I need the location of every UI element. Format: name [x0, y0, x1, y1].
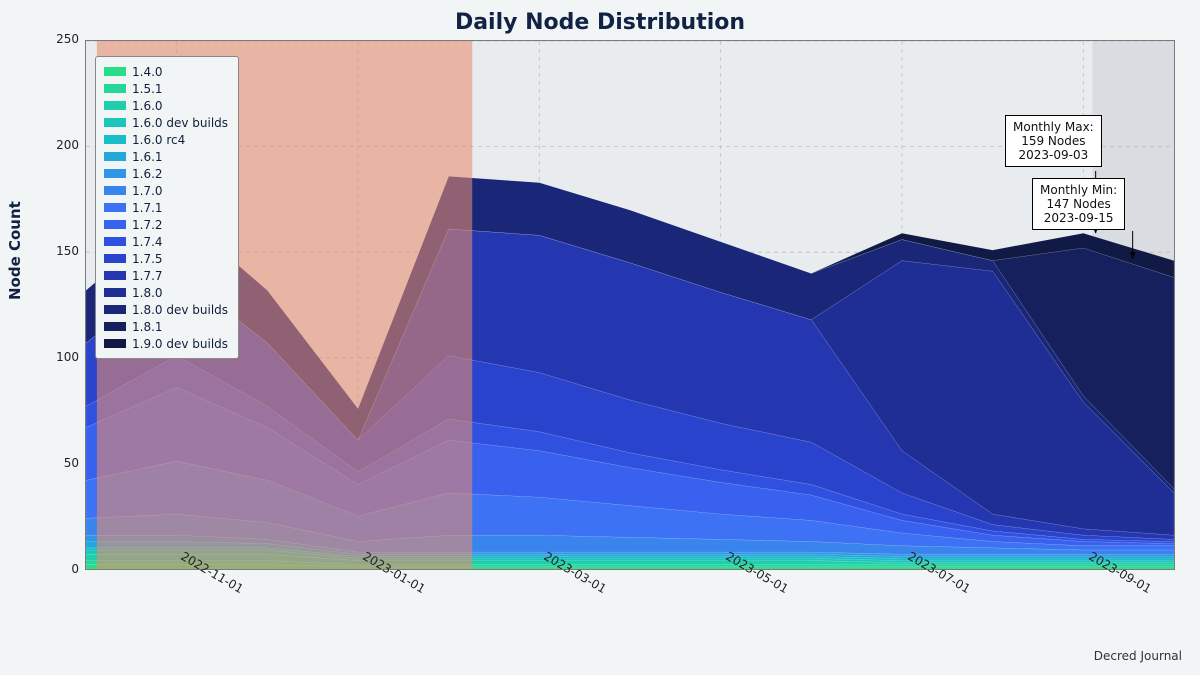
credit-line: Decred Journal [1094, 649, 1182, 663]
annotation-min-line2: 147 Nodes [1040, 197, 1117, 211]
legend-swatch [104, 101, 126, 110]
legend-label: 1.8.0 [132, 285, 163, 301]
legend-label: 1.7.5 [132, 251, 163, 267]
y-tick-label: 250 [39, 32, 79, 46]
legend-label: 1.7.1 [132, 200, 163, 216]
legend-label: 1.4.0 [132, 64, 163, 80]
legend-label: 1.7.0 [132, 183, 163, 199]
legend-item: 1.6.2 [104, 165, 228, 182]
legend: 1.4.01.5.11.6.01.6.0 dev builds1.6.0 rc4… [95, 56, 239, 359]
legend-swatch [104, 271, 126, 280]
legend-swatch [104, 186, 126, 195]
y-tick-label: 200 [39, 138, 79, 152]
legend-label: 1.8.0 dev builds [132, 302, 228, 318]
legend-swatch [104, 152, 126, 161]
legend-label: 1.7.2 [132, 217, 163, 233]
legend-swatch [104, 203, 126, 212]
legend-label: 1.8.1 [132, 319, 163, 335]
annotation-max-line2: 159 Nodes [1013, 134, 1094, 148]
legend-item: 1.7.5 [104, 250, 228, 267]
legend-item: 1.8.1 [104, 318, 228, 335]
legend-swatch [104, 254, 126, 263]
y-tick-label: 150 [39, 244, 79, 258]
legend-swatch [104, 322, 126, 331]
y-tick-label: 0 [39, 562, 79, 576]
legend-swatch [104, 305, 126, 314]
legend-label: 1.9.0 dev builds [132, 336, 228, 352]
legend-item: 1.7.7 [104, 267, 228, 284]
legend-swatch [104, 67, 126, 76]
legend-swatch [104, 135, 126, 144]
legend-swatch [104, 220, 126, 229]
legend-item: 1.6.0 dev builds [104, 114, 228, 131]
legend-item: 1.7.2 [104, 216, 228, 233]
legend-item: 1.6.0 [104, 97, 228, 114]
legend-swatch [104, 118, 126, 127]
annotation-min: Monthly Min: 147 Nodes 2023-09-15 [1032, 178, 1125, 230]
legend-swatch [104, 169, 126, 178]
legend-swatch [104, 84, 126, 93]
chart-title: Daily Node Distribution [0, 10, 1200, 35]
legend-label: 1.7.7 [132, 268, 163, 284]
legend-item: 1.7.0 [104, 182, 228, 199]
legend-label: 1.6.0 dev builds [132, 115, 228, 131]
legend-item: 1.4.0 [104, 63, 228, 80]
annotation-max: Monthly Max: 159 Nodes 2023-09-03 [1005, 115, 1102, 167]
legend-swatch [104, 339, 126, 348]
legend-item: 1.6.1 [104, 148, 228, 165]
annotation-max-line3: 2023-09-03 [1013, 148, 1094, 162]
annotation-min-line1: Monthly Min: [1040, 183, 1117, 197]
legend-item: 1.9.0 dev builds [104, 335, 228, 352]
legend-item: 1.6.0 rc4 [104, 131, 228, 148]
y-tick-label: 100 [39, 350, 79, 364]
legend-label: 1.6.0 [132, 98, 163, 114]
legend-label: 1.6.0 rc4 [132, 132, 185, 148]
legend-swatch [104, 237, 126, 246]
legend-item: 1.7.1 [104, 199, 228, 216]
legend-item: 1.8.0 dev builds [104, 301, 228, 318]
legend-label: 1.7.4 [132, 234, 163, 250]
annotation-min-line3: 2023-09-15 [1040, 211, 1117, 225]
legend-label: 1.5.1 [132, 81, 163, 97]
legend-label: 1.6.2 [132, 166, 163, 182]
legend-swatch [104, 288, 126, 297]
y-axis-label: Node Count [6, 201, 24, 300]
legend-item: 1.8.0 [104, 284, 228, 301]
legend-item: 1.7.4 [104, 233, 228, 250]
y-tick-label: 50 [39, 456, 79, 470]
annotation-max-line1: Monthly Max: [1013, 120, 1094, 134]
legend-item: 1.5.1 [104, 80, 228, 97]
legend-label: 1.6.1 [132, 149, 163, 165]
